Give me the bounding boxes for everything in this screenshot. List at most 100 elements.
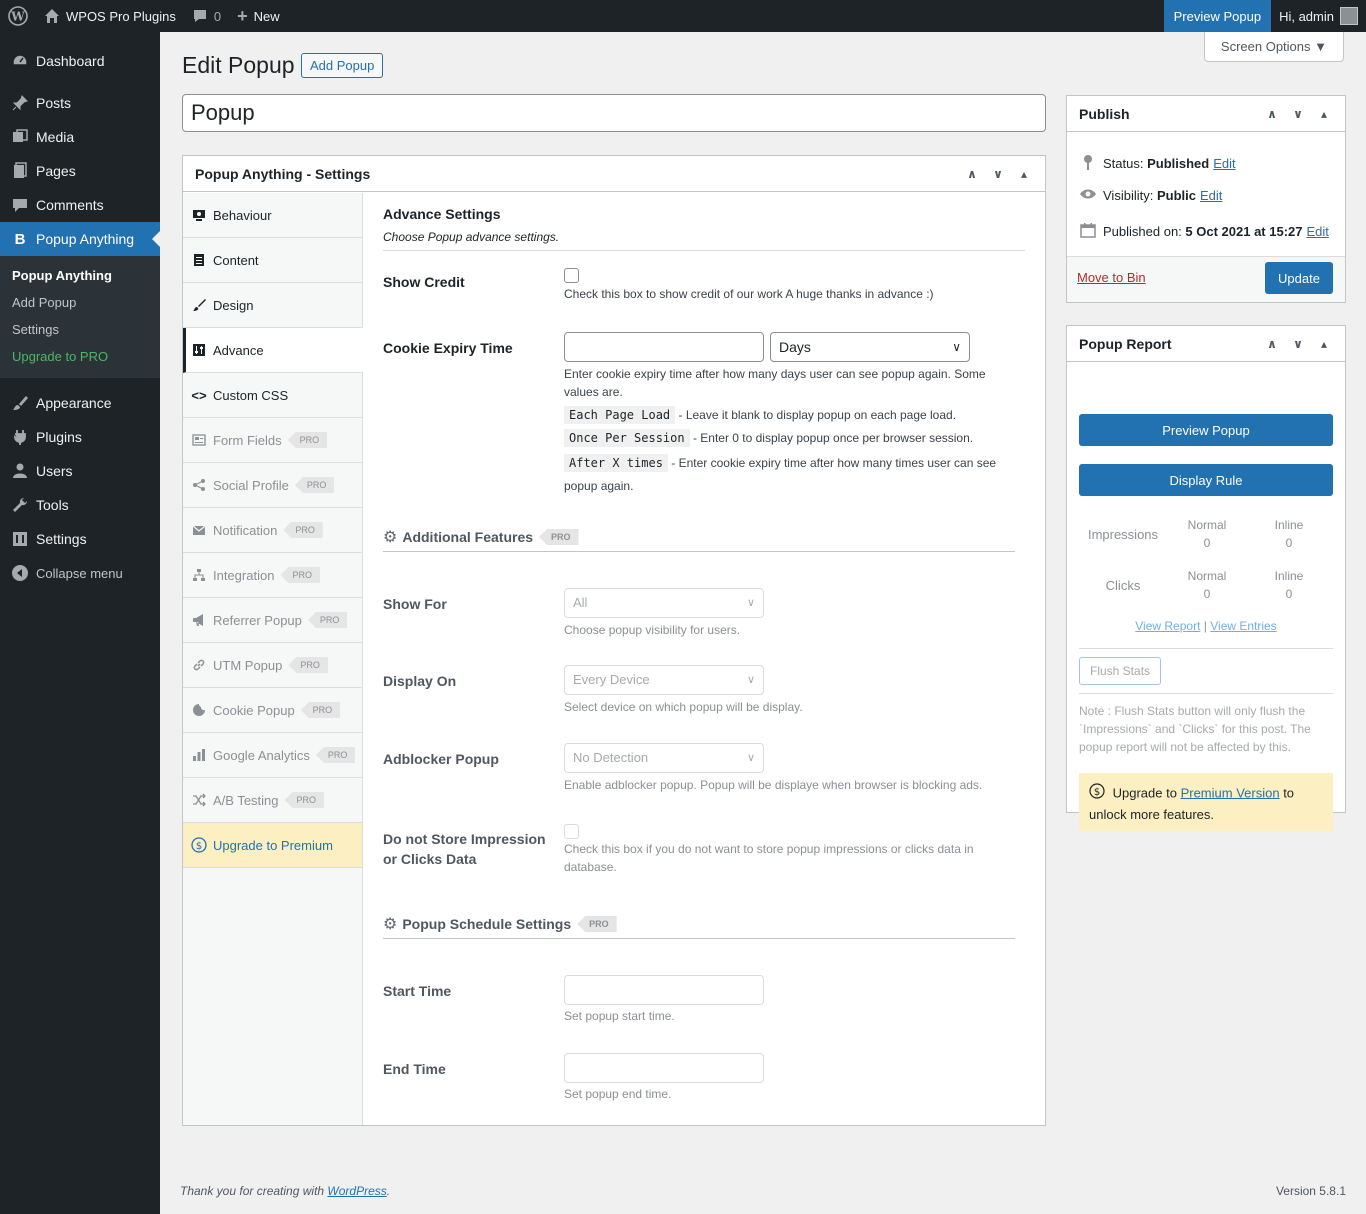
published-value: 5 Oct 2021 at 15:27 [1185, 224, 1303, 239]
show-credit-desc: Check this box to show credit of our wor… [564, 287, 934, 301]
display-on-select[interactable]: Every Device ∨ [564, 665, 764, 695]
eye-icon [1079, 188, 1097, 203]
menu-collapse[interactable]: Collapse menu [0, 556, 160, 590]
tab-custom-css[interactable]: <> Custom CSS [183, 373, 362, 418]
tab-form-fields[interactable]: Form Fields PRO [183, 418, 362, 463]
chevron-down-icon: ∨ [746, 674, 755, 686]
menu-plugins[interactable]: Plugins [0, 420, 160, 454]
impressions-inline-header: Inline [1274, 518, 1304, 532]
clicks-normal-header: Normal [1187, 569, 1227, 583]
display-on-label: Display On [383, 673, 457, 689]
settings-metabox: Popup Anything - Settings ∧ ∨ ▴ Behaviou… [182, 155, 1046, 1126]
tab-google-analytics[interactable]: Google Analytics PRO [183, 733, 362, 778]
new-content-link[interactable]: + New [229, 0, 288, 32]
svg-text:$: $ [196, 841, 202, 852]
collapse-triangle-icon[interactable]: ▴ [1315, 337, 1333, 351]
tab-social-profile[interactable]: Social Profile PRO [183, 463, 362, 508]
menu-label: Collapse menu [36, 565, 123, 581]
tab-referrer-popup[interactable]: Referrer Popup PRO [183, 598, 362, 643]
preview-popup-link[interactable]: Preview Popup [1163, 0, 1272, 32]
start-time-input[interactable] [564, 975, 764, 1005]
no-store-checkbox[interactable] [564, 824, 579, 839]
menu-label: Comments [36, 197, 104, 213]
menu-settings[interactable]: Settings [0, 522, 160, 556]
tab-utm-popup[interactable]: UTM Popup PRO [183, 643, 362, 688]
submenu-upgrade-to-pro[interactable]: Upgrade to PRO [0, 343, 160, 370]
chevron-down-icon[interactable]: ∨ [1289, 337, 1307, 351]
edit-date-link[interactable]: Edit [1306, 224, 1328, 239]
chevron-down-icon[interactable]: ∨ [989, 167, 1007, 181]
plug-icon [10, 427, 30, 447]
edit-visibility-link[interactable]: Edit [1200, 188, 1222, 203]
pro-badge: PRO [300, 702, 341, 718]
my-account[interactable]: Hi, admin [1271, 0, 1366, 32]
wordpress-link[interactable]: WordPress [327, 1184, 386, 1198]
schedule-settings-title: ⚙ Popup Schedule Settings PRO [383, 914, 617, 934]
tab-label: Custom CSS [213, 387, 289, 403]
tab-behaviour[interactable]: Behaviour [183, 193, 362, 238]
collapse-triangle-icon[interactable]: ▴ [1015, 167, 1033, 181]
popup-anything-submenu: Popup Anything Add Popup Settings Upgrad… [0, 256, 160, 378]
flush-stats-button[interactable]: Flush Stats [1079, 657, 1162, 685]
end-time-input[interactable] [564, 1053, 764, 1083]
post-title-input[interactable]: Popup [182, 94, 1046, 132]
tab-notification[interactable]: Notification PRO [183, 508, 362, 553]
update-button[interactable]: Update [1265, 262, 1333, 294]
chevron-up-icon[interactable]: ∧ [1263, 337, 1281, 351]
tab-label: Upgrade to Premium [213, 837, 333, 853]
menu-posts[interactable]: Posts [0, 86, 160, 120]
end-time-desc: Set popup end time. [564, 1087, 672, 1101]
pro-badge: PRO [315, 747, 356, 763]
site-name-link[interactable]: WPOS Pro Plugins [36, 0, 184, 32]
screen-options-button[interactable]: Screen Options ▼ [1203, 32, 1344, 62]
show-for-select[interactable]: All ∨ [564, 588, 764, 618]
chevron-up-icon[interactable]: ∧ [1263, 107, 1281, 121]
tab-upgrade-to-premium[interactable]: $ Upgrade to Premium [183, 823, 362, 868]
tab-design[interactable]: Design [183, 283, 362, 328]
wordpress-logo-icon[interactable]: W [0, 0, 36, 32]
menu-label: Popup Anything [36, 231, 135, 247]
submenu-add-popup[interactable]: Add Popup [0, 289, 160, 316]
display-on-desc: Select device on which popup will be dis… [564, 700, 803, 714]
tab-advance[interactable]: Advance [183, 328, 363, 373]
menu-popup-anything[interactable]: B Popup Anything [0, 222, 160, 256]
clicks-inline-value: 0 [1285, 587, 1293, 601]
preview-popup-button[interactable]: Preview Popup [1079, 414, 1333, 446]
menu-comments[interactable]: Comments [0, 188, 160, 222]
start-time-desc: Set popup start time. [564, 1009, 675, 1023]
form-icon [191, 432, 207, 448]
menu-appearance[interactable]: Appearance [0, 386, 160, 420]
premium-version-link[interactable]: Premium Version [1181, 785, 1280, 800]
menu-pages[interactable]: Pages [0, 154, 160, 188]
display-rule-button[interactable]: Display Rule [1079, 464, 1333, 496]
menu-media[interactable]: Media [0, 120, 160, 154]
menu-dashboard[interactable]: Dashboard [0, 44, 160, 78]
menu-tools[interactable]: Tools [0, 488, 160, 522]
footer-thanks: Thank you for creating with WordPress. [180, 1184, 390, 1198]
adblocker-select[interactable]: No Detection ∨ [564, 743, 764, 773]
view-report-link[interactable]: View Report [1135, 619, 1200, 633]
tab-cookie-popup[interactable]: Cookie Popup PRO [183, 688, 362, 733]
home-icon [44, 8, 60, 24]
submenu-popup-anything[interactable]: Popup Anything [0, 262, 160, 289]
comments-link[interactable]: 0 [184, 0, 229, 32]
submenu-settings[interactable]: Settings [0, 316, 160, 343]
move-to-bin-link[interactable]: Move to Bin [1077, 270, 1146, 285]
chevron-down-icon[interactable]: ∨ [1289, 107, 1307, 121]
chevron-up-icon[interactable]: ∧ [963, 167, 981, 181]
collapse-triangle-icon[interactable]: ▴ [1315, 107, 1333, 121]
show-credit-checkbox[interactable] [564, 268, 579, 283]
tab-label: Design [213, 297, 254, 313]
cookie-expiry-input[interactable] [564, 332, 764, 362]
add-popup-button[interactable]: Add Popup [301, 53, 384, 78]
chart-icon [191, 747, 207, 763]
tab-content[interactable]: Content [183, 238, 362, 283]
cookie-expiry-unit-select[interactable]: Days ∨ [770, 332, 970, 362]
view-entries-link[interactable]: View Entries [1210, 619, 1276, 633]
settings-header: Popup Anything - Settings ∧ ∨ ▴ [183, 156, 1045, 192]
tab-ab-testing[interactable]: A/B Testing PRO [183, 778, 362, 823]
monitor-icon [191, 207, 207, 223]
menu-users[interactable]: Users [0, 454, 160, 488]
tab-integration[interactable]: Integration PRO [183, 553, 362, 598]
edit-status-link[interactable]: Edit [1213, 156, 1235, 171]
